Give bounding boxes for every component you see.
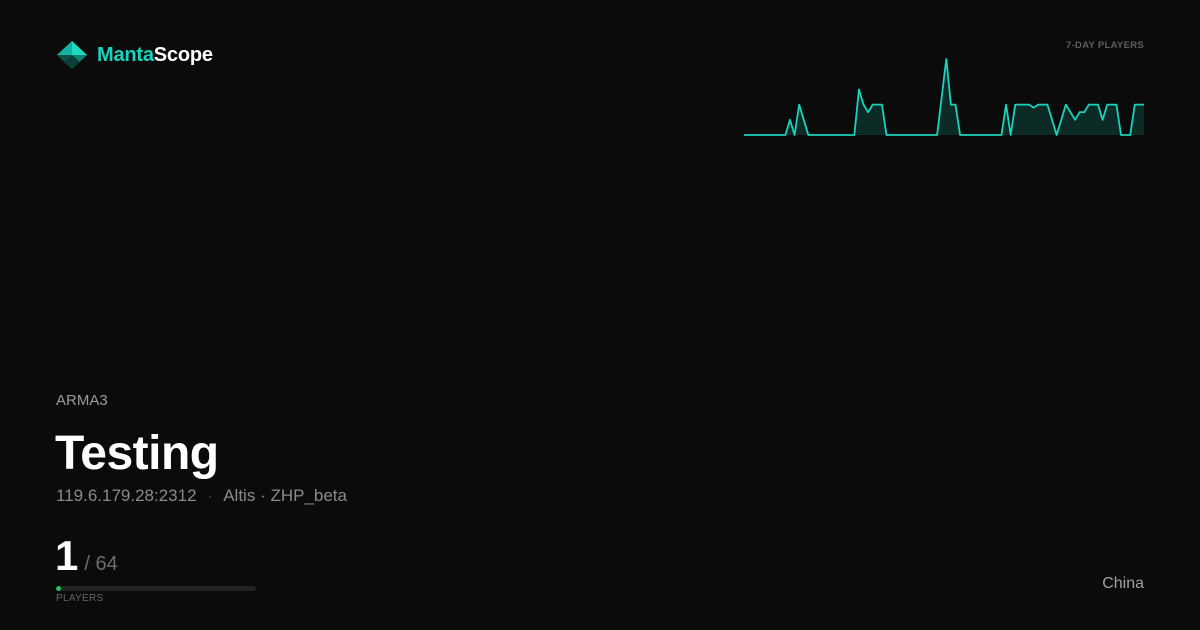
server-name: Testing: [55, 427, 219, 480]
chart-title: 7-DAY PLAYERS: [1066, 40, 1144, 51]
players-label: PLAYERS: [56, 593, 104, 604]
players-count: 1: [55, 532, 79, 579]
brand-name-rest: Scope: [153, 44, 213, 66]
players-max: / 64: [84, 553, 118, 575]
brand-name-accent: Manta: [97, 44, 154, 66]
server-country: China: [1102, 575, 1144, 592]
meta-separator: ·: [207, 486, 214, 505]
players-progress-bar: [56, 586, 256, 591]
server-map-mission: Altis · ZHP_beta: [223, 486, 347, 505]
server-meta: 119.6.179.28:2312 · Altis · ZHP_beta: [56, 485, 347, 507]
game-name: ARMA3: [56, 392, 108, 409]
players-sparkline: [744, 58, 1144, 136]
server-address: 119.6.179.28:2312: [56, 486, 197, 505]
players-progress-fill: [56, 586, 61, 591]
manta-diamond-icon: [57, 41, 87, 69]
players-count-group: 1 / 64: [55, 531, 118, 581]
brand-name: MantaScope: [97, 40, 213, 70]
players-chart: 7-DAY PLAYERS: [744, 40, 1144, 140]
brand-header: MantaScope: [56, 40, 213, 70]
